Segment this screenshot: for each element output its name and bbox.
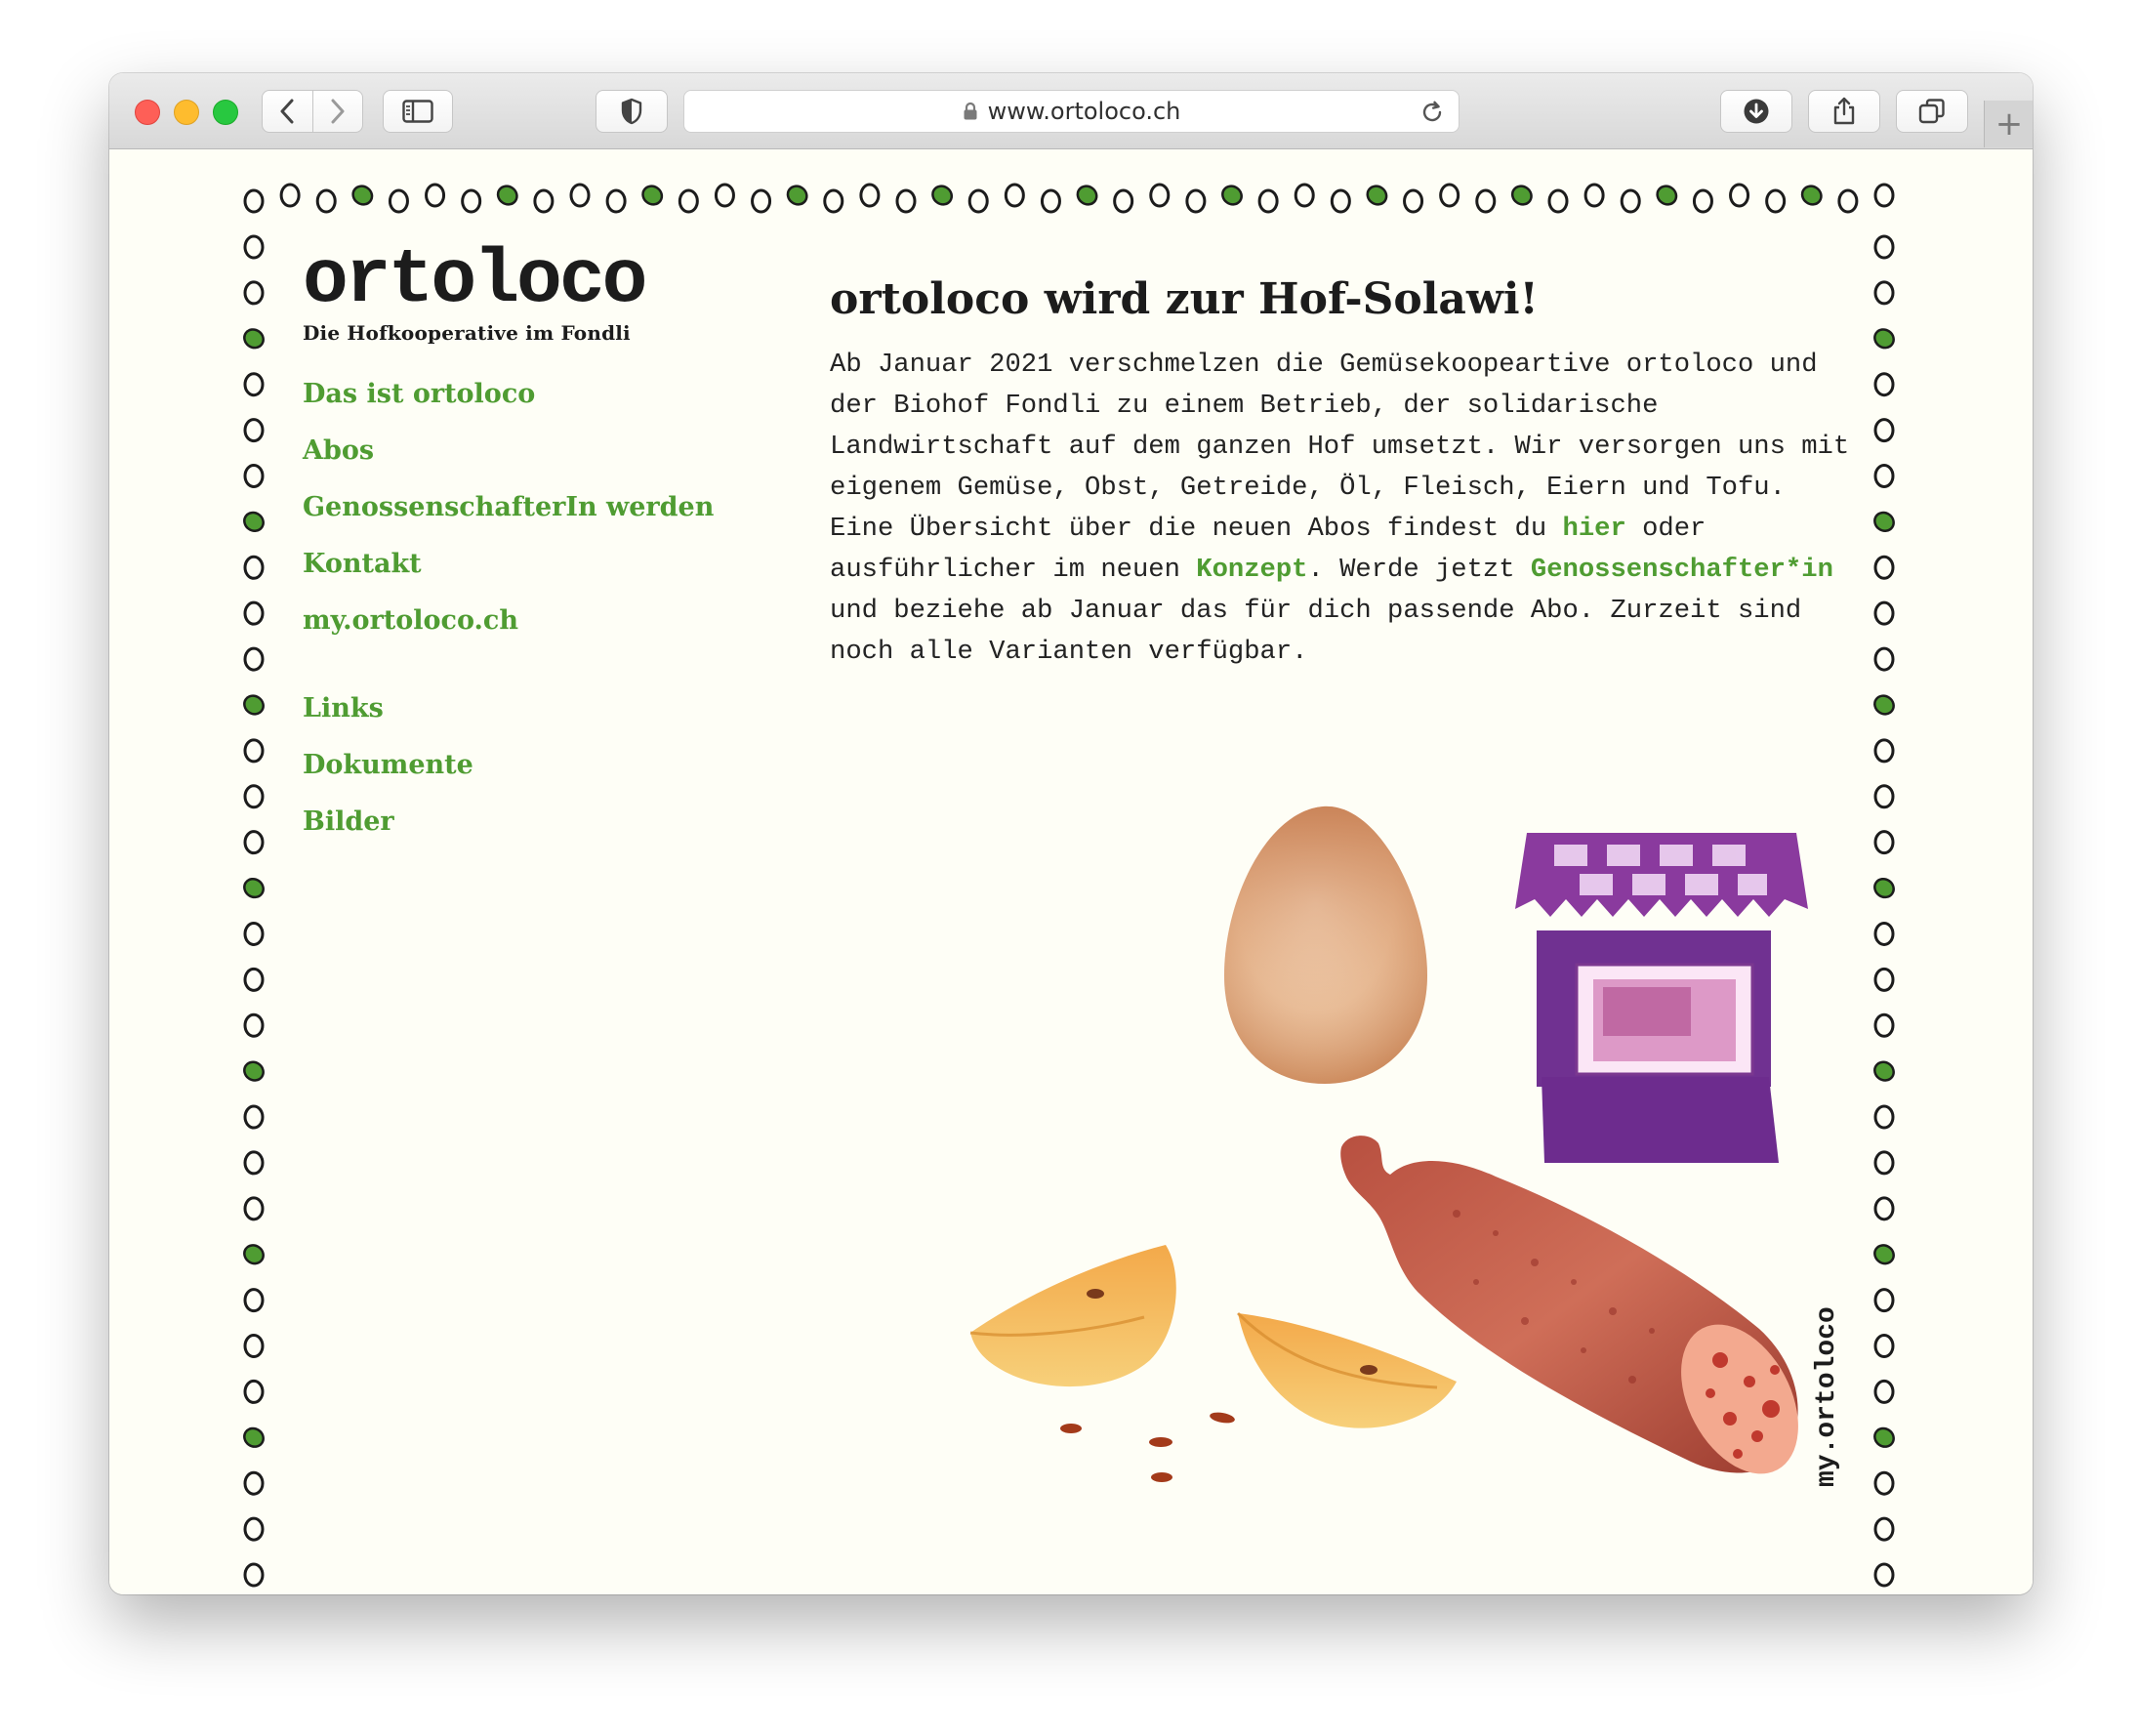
reload-icon[interactable]	[1419, 100, 1445, 129]
plus-icon: +	[1994, 104, 2024, 144]
downloads-button[interactable]	[1720, 90, 1792, 133]
download-icon	[1744, 99, 1769, 124]
browser-toolbar: www.ortoloco.ch +	[109, 73, 2033, 149]
sidebar-icon	[402, 100, 433, 123]
forward-button[interactable]	[311, 91, 363, 132]
back-button[interactable]	[263, 91, 312, 132]
close-window-button[interactable]	[135, 100, 160, 125]
minimize-window-button[interactable]	[174, 100, 199, 125]
privacy-report-button[interactable]	[596, 90, 668, 133]
tabs-icon	[1918, 99, 1945, 124]
jam-jar-illustration	[1515, 833, 1808, 1163]
share-icon	[1833, 97, 1855, 125]
chevron-left-icon	[280, 99, 294, 124]
share-button[interactable]	[1808, 90, 1880, 133]
egg-illustration	[1224, 806, 1427, 1084]
apple-slices-illustration	[969, 1245, 1457, 1482]
url-text: www.ortoloco.ch	[987, 98, 1181, 125]
sausage-illustration	[1340, 1136, 1798, 1474]
illustration-area	[969, 806, 1808, 1482]
page-content: ortoloco Die Hofkooperative im Fondli Da…	[109, 149, 2033, 1594]
tab-overview-button[interactable]	[1896, 90, 1968, 133]
chevron-right-icon	[331, 99, 345, 124]
sidebar-toggle-button[interactable]	[383, 90, 453, 133]
new-tab-button[interactable]: +	[1984, 101, 2033, 147]
lock-icon	[963, 102, 978, 121]
history-navigation	[262, 90, 363, 133]
browser-window: www.ortoloco.ch + ortoloco Die Hofkooper…	[109, 73, 2033, 1594]
address-bar[interactable]: www.ortoloco.ch	[683, 90, 1460, 133]
shield-icon	[621, 98, 642, 125]
my-ortoloco-vertical-link[interactable]: my.ortoloco	[1808, 1282, 1847, 1487]
zoom-window-button[interactable]	[213, 100, 238, 125]
